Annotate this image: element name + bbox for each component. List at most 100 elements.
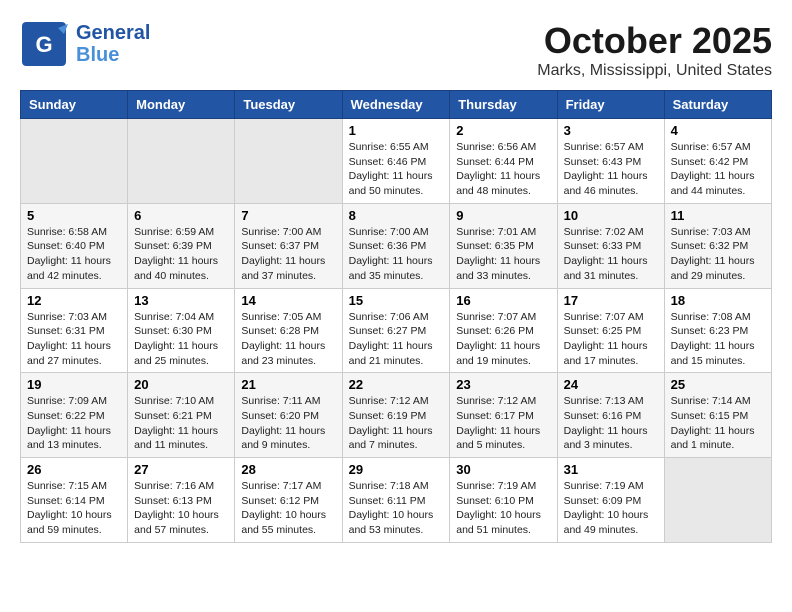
day-info: Sunrise: 7:19 AM Sunset: 6:10 PM Dayligh…	[456, 479, 550, 538]
day-number: 16	[456, 293, 550, 308]
svg-text:G: G	[35, 32, 52, 57]
calendar-cell: 2 Sunrise: 6:56 AM Sunset: 6:44 PM Daylig…	[450, 119, 557, 204]
calendar-cell: 1 Sunrise: 6:55 AM Sunset: 6:46 PM Daylig…	[342, 119, 450, 204]
day-info: Sunrise: 7:01 AM Sunset: 6:35 PM Dayligh…	[456, 225, 550, 284]
title-section: October 2025 Marks, Mississippi, United …	[537, 20, 772, 80]
calendar-cell: 24Sunrise: 7:13 AM Sunset: 6:16 PM Dayli…	[557, 373, 664, 458]
day-info: Sunrise: 6:55 AM Sunset: 6:46 PM Dayligh…	[349, 140, 444, 199]
day-info: Sunrise: 7:08 AM Sunset: 6:23 PM Dayligh…	[671, 310, 765, 369]
day-number: 11	[671, 208, 765, 223]
day-number: 23	[456, 377, 550, 392]
location: Marks, Mississippi, United States	[537, 62, 772, 80]
day-info: Sunrise: 7:18 AM Sunset: 6:11 PM Dayligh…	[349, 479, 444, 538]
day-number: 12	[27, 293, 121, 308]
day-number: 19	[27, 377, 121, 392]
header-friday: Friday	[557, 91, 664, 119]
month-title: October 2025	[537, 20, 772, 62]
day-info: Sunrise: 6:56 AM Sunset: 6:44 PM Dayligh…	[456, 140, 550, 199]
day-info: Sunrise: 7:00 AM Sunset: 6:37 PM Dayligh…	[241, 225, 335, 284]
calendar-cell: 25 Sunrise: 7:14 AM Sunset: 6:15 PM Dayli…	[664, 373, 771, 458]
day-info: Sunrise: 6:57 AM Sunset: 6:43 PM Dayligh…	[564, 140, 658, 199]
calendar-cell: 21 Sunrise: 7:11 AM Sunset: 6:20 PM Dayli…	[235, 373, 342, 458]
header-sunday: Sunday	[21, 91, 128, 119]
day-number: 3	[564, 123, 658, 138]
calendar-table: SundayMondayTuesdayWednesdayThursdayFrid…	[20, 90, 772, 543]
calendar-cell	[664, 458, 771, 543]
day-number: 22	[349, 377, 444, 392]
calendar-cell: 4 Sunrise: 6:57 AM Sunset: 6:42 PM Daylig…	[664, 119, 771, 204]
day-number: 7	[241, 208, 335, 223]
day-number: 25	[671, 377, 765, 392]
day-number: 1	[349, 123, 444, 138]
day-info: Sunrise: 7:03 AM Sunset: 6:31 PM Dayligh…	[27, 310, 121, 369]
day-number: 4	[671, 123, 765, 138]
calendar-cell: 16 Sunrise: 7:07 AM Sunset: 6:26 PM Dayli…	[450, 288, 557, 373]
day-number: 26	[27, 462, 121, 477]
day-number: 28	[241, 462, 335, 477]
calendar-cell: 26 Sunrise: 7:15 AM Sunset: 6:14 PM Dayli…	[21, 458, 128, 543]
calendar-cell: 29Sunrise: 7:18 AM Sunset: 6:11 PM Dayli…	[342, 458, 450, 543]
day-info: Sunrise: 7:12 AM Sunset: 6:17 PM Dayligh…	[456, 394, 550, 453]
day-info: Sunrise: 7:11 AM Sunset: 6:20 PM Dayligh…	[241, 394, 335, 453]
day-number: 18	[671, 293, 765, 308]
calendar-cell: 17 Sunrise: 7:07 AM Sunset: 6:25 PM Dayli…	[557, 288, 664, 373]
calendar-cell: 20Sunrise: 7:10 AM Sunset: 6:21 PM Dayli…	[128, 373, 235, 458]
calendar-week-5: 26 Sunrise: 7:15 AM Sunset: 6:14 PM Dayli…	[21, 458, 772, 543]
logo: G General Blue	[20, 20, 150, 68]
calendar-week-1: 1 Sunrise: 6:55 AM Sunset: 6:46 PM Daylig…	[21, 119, 772, 204]
logo-blue: Blue	[76, 44, 150, 66]
day-number: 17	[564, 293, 658, 308]
day-info: Sunrise: 7:06 AM Sunset: 6:27 PM Dayligh…	[349, 310, 444, 369]
calendar-cell: 12 Sunrise: 7:03 AM Sunset: 6:31 PM Dayli…	[21, 288, 128, 373]
calendar-header-row: SundayMondayTuesdayWednesdayThursdayFrid…	[21, 91, 772, 119]
day-info: Sunrise: 7:14 AM Sunset: 6:15 PM Dayligh…	[671, 394, 765, 453]
day-number: 21	[241, 377, 335, 392]
day-number: 6	[134, 208, 228, 223]
header-thursday: Thursday	[450, 91, 557, 119]
day-info: Sunrise: 7:07 AM Sunset: 6:25 PM Dayligh…	[564, 310, 658, 369]
day-number: 2	[456, 123, 550, 138]
day-info: Sunrise: 7:04 AM Sunset: 6:30 PM Dayligh…	[134, 310, 228, 369]
day-number: 13	[134, 293, 228, 308]
calendar-cell: 7 Sunrise: 7:00 AM Sunset: 6:37 PM Daylig…	[235, 203, 342, 288]
logo-general: General	[76, 22, 150, 44]
day-info: Sunrise: 7:15 AM Sunset: 6:14 PM Dayligh…	[27, 479, 121, 538]
calendar-week-2: 5Sunrise: 6:58 AM Sunset: 6:40 PM Daylig…	[21, 203, 772, 288]
calendar-cell: 31Sunrise: 7:19 AM Sunset: 6:09 PM Dayli…	[557, 458, 664, 543]
calendar-cell: 9 Sunrise: 7:01 AM Sunset: 6:35 PM Daylig…	[450, 203, 557, 288]
day-info: Sunrise: 7:17 AM Sunset: 6:12 PM Dayligh…	[241, 479, 335, 538]
calendar-cell: 13 Sunrise: 7:04 AM Sunset: 6:30 PM Dayli…	[128, 288, 235, 373]
calendar-cell	[128, 119, 235, 204]
calendar-cell: 30 Sunrise: 7:19 AM Sunset: 6:10 PM Dayli…	[450, 458, 557, 543]
day-info: Sunrise: 6:57 AM Sunset: 6:42 PM Dayligh…	[671, 140, 765, 199]
day-number: 30	[456, 462, 550, 477]
day-number: 31	[564, 462, 658, 477]
calendar-week-4: 19 Sunrise: 7:09 AM Sunset: 6:22 PM Dayli…	[21, 373, 772, 458]
calendar-cell: 6 Sunrise: 6:59 AM Sunset: 6:39 PM Daylig…	[128, 203, 235, 288]
calendar-week-3: 12 Sunrise: 7:03 AM Sunset: 6:31 PM Dayli…	[21, 288, 772, 373]
header-monday: Monday	[128, 91, 235, 119]
day-number: 10	[564, 208, 658, 223]
header-saturday: Saturday	[664, 91, 771, 119]
day-info: Sunrise: 7:00 AM Sunset: 6:36 PM Dayligh…	[349, 225, 444, 284]
day-info: Sunrise: 7:12 AM Sunset: 6:19 PM Dayligh…	[349, 394, 444, 453]
day-number: 24	[564, 377, 658, 392]
day-info: Sunrise: 6:58 AM Sunset: 6:40 PM Dayligh…	[27, 225, 121, 284]
day-info: Sunrise: 7:10 AM Sunset: 6:21 PM Dayligh…	[134, 394, 228, 453]
day-info: Sunrise: 6:59 AM Sunset: 6:39 PM Dayligh…	[134, 225, 228, 284]
day-number: 9	[456, 208, 550, 223]
calendar-cell: 14Sunrise: 7:05 AM Sunset: 6:28 PM Dayli…	[235, 288, 342, 373]
calendar-cell: 27Sunrise: 7:16 AM Sunset: 6:13 PM Dayli…	[128, 458, 235, 543]
day-info: Sunrise: 7:02 AM Sunset: 6:33 PM Dayligh…	[564, 225, 658, 284]
day-info: Sunrise: 7:09 AM Sunset: 6:22 PM Dayligh…	[27, 394, 121, 453]
calendar-cell: 5Sunrise: 6:58 AM Sunset: 6:40 PM Daylig…	[21, 203, 128, 288]
day-number: 15	[349, 293, 444, 308]
day-info: Sunrise: 7:07 AM Sunset: 6:26 PM Dayligh…	[456, 310, 550, 369]
calendar-cell: 28 Sunrise: 7:17 AM Sunset: 6:12 PM Dayli…	[235, 458, 342, 543]
calendar-cell	[21, 119, 128, 204]
day-number: 14	[241, 293, 335, 308]
calendar-cell: 15 Sunrise: 7:06 AM Sunset: 6:27 PM Dayli…	[342, 288, 450, 373]
calendar-cell	[235, 119, 342, 204]
calendar-cell: 3 Sunrise: 6:57 AM Sunset: 6:43 PM Daylig…	[557, 119, 664, 204]
day-number: 27	[134, 462, 228, 477]
